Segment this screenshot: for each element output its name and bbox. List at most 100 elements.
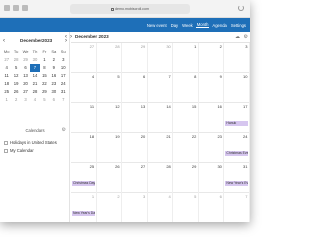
day-cell[interactable]: 24 Christmas Eve: [224, 133, 250, 163]
day-cell[interactable]: 2: [199, 43, 225, 73]
checkbox-icon[interactable]: [4, 148, 8, 153]
mini-day[interactable]: 10: [59, 64, 68, 72]
mini-day[interactable]: 30: [49, 88, 58, 96]
mini-day[interactable]: 16: [49, 72, 58, 80]
mini-day[interactable]: 8: [40, 64, 49, 72]
mini-day[interactable]: 1: [2, 96, 11, 104]
day-cell[interactable]: 7: [224, 193, 250, 222]
day-cell[interactable]: 29: [173, 163, 199, 193]
day-cell[interactable]: 30: [199, 163, 225, 193]
event-chip[interactable]: Hanuk: [225, 121, 248, 126]
nav-item-week[interactable]: Week: [181, 23, 194, 28]
mini-day[interactable]: 26: [11, 88, 20, 96]
day-cell[interactable]: 4: [148, 193, 174, 222]
day-cell[interactable]: 21: [148, 133, 174, 163]
mini-day[interactable]: 13: [21, 72, 30, 80]
address-bar[interactable]: demo.mobiscroll.com: [70, 4, 190, 14]
calendar-item-holidays[interactable]: Holidays in United States: [4, 140, 57, 146]
day-cell[interactable]: 15: [173, 103, 199, 133]
mini-month-label[interactable]: December: [20, 38, 42, 43]
mini-day[interactable]: 27: [2, 56, 11, 64]
day-cell[interactable]: 6: [122, 73, 148, 103]
sidebar-toggle-icon[interactable]: [4, 5, 10, 11]
mini-day[interactable]: 4: [2, 64, 11, 72]
mini-prev-icon[interactable]: ‹: [3, 37, 5, 45]
day-cell[interactable]: 28: [97, 43, 123, 73]
next-month-icon[interactable]: ›: [70, 33, 72, 41]
settings-icon[interactable]: ⚙: [244, 34, 248, 40]
day-cell[interactable]: 5: [97, 73, 123, 103]
day-cell[interactable]: 27: [122, 163, 148, 193]
mini-day[interactable]: 28: [11, 56, 20, 64]
mini-day[interactable]: 25: [2, 88, 11, 96]
mini-day[interactable]: 5: [40, 96, 49, 104]
nav-item-agenda[interactable]: Agenda: [211, 23, 227, 28]
day-cell[interactable]: 3: [224, 43, 250, 73]
nav-item-new-event[interactable]: New event: [146, 23, 168, 28]
day-cell[interactable]: 1 New Year's Day: [71, 193, 97, 222]
day-cell[interactable]: 17 Hanuk: [224, 103, 250, 133]
forward-icon[interactable]: [22, 5, 28, 11]
day-cell[interactable]: 29: [122, 43, 148, 73]
mini-day[interactable]: 18: [2, 80, 11, 88]
mini-day[interactable]: 29: [40, 88, 49, 96]
day-cell[interactable]: 18: [71, 133, 97, 163]
day-cell[interactable]: 12: [97, 103, 123, 133]
mini-day[interactable]: 9: [49, 64, 58, 72]
day-cell[interactable]: 20: [122, 133, 148, 163]
cloud-icon[interactable]: ☁: [235, 34, 240, 40]
day-cell[interactable]: 26: [97, 163, 123, 193]
day-cell[interactable]: 22: [173, 133, 199, 163]
day-cell[interactable]: 7: [148, 73, 174, 103]
event-chip[interactable]: Christmas Eve: [225, 151, 248, 156]
event-chip[interactable]: New Year's Eve: [225, 181, 248, 186]
mini-day[interactable]: 17: [59, 72, 68, 80]
mini-day[interactable]: 27: [21, 88, 30, 96]
day-cell[interactable]: 8: [173, 73, 199, 103]
prev-month-icon[interactable]: ‹: [65, 33, 67, 41]
mini-day[interactable]: 19: [11, 80, 20, 88]
day-cell[interactable]: 13: [122, 103, 148, 133]
mini-day[interactable]: 2: [11, 96, 20, 104]
day-cell[interactable]: 28: [148, 163, 174, 193]
day-cell[interactable]: 16: [199, 103, 225, 133]
mini-day[interactable]: 23: [49, 80, 58, 88]
mini-day[interactable]: 6: [49, 96, 58, 104]
day-cell[interactable]: 23: [199, 133, 225, 163]
day-cell[interactable]: 10: [224, 73, 250, 103]
mini-day[interactable]: 29: [21, 56, 30, 64]
calendars-settings-icon[interactable]: ⚙: [62, 127, 66, 134]
mini-day[interactable]: 7: [30, 64, 40, 72]
day-cell[interactable]: 19: [97, 133, 123, 163]
mini-day[interactable]: 1: [40, 56, 49, 64]
day-cell[interactable]: 3: [122, 193, 148, 222]
back-icon[interactable]: [13, 5, 19, 11]
mini-day[interactable]: 22: [40, 80, 49, 88]
event-chip[interactable]: Christmas Day: [72, 181, 95, 186]
mini-day[interactable]: 6: [21, 64, 30, 72]
nav-item-settings[interactable]: Settings: [230, 23, 247, 28]
day-cell[interactable]: 25 Christmas Day: [71, 163, 97, 193]
mini-day[interactable]: 3: [21, 96, 30, 104]
mini-day[interactable]: 5: [11, 64, 20, 72]
mini-day[interactable]: 11: [2, 72, 11, 80]
nav-item-day[interactable]: Day: [170, 23, 179, 28]
calendar-item-my-calendar[interactable]: My Calendar: [4, 148, 34, 154]
mini-day[interactable]: 14: [30, 72, 39, 80]
day-cell[interactable]: 27: [71, 43, 97, 73]
day-cell[interactable]: 14: [148, 103, 174, 133]
mini-day[interactable]: 21: [30, 80, 39, 88]
checkbox-icon[interactable]: [4, 140, 8, 145]
day-cell[interactable]: 5: [173, 193, 199, 222]
day-cell[interactable]: 11: [71, 103, 97, 133]
mini-day[interactable]: 30: [30, 56, 39, 64]
day-cell[interactable]: 9: [199, 73, 225, 103]
mini-day[interactable]: 15: [40, 72, 49, 80]
mini-day[interactable]: 2: [49, 56, 58, 64]
reload-icon[interactable]: [238, 5, 244, 11]
day-cell[interactable]: 2: [97, 193, 123, 222]
mini-day[interactable]: 31: [59, 88, 68, 96]
mini-day[interactable]: 4: [30, 96, 39, 104]
day-cell[interactable]: 4: [71, 73, 97, 103]
mini-day[interactable]: 24: [59, 80, 68, 88]
